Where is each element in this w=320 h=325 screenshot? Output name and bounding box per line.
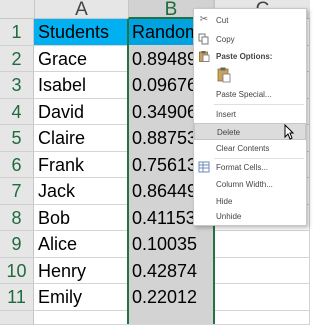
cell-a12[interactable]: [34, 310, 128, 325]
cell-a4[interactable]: David: [34, 98, 128, 125]
paste-clipboard-icon[interactable]: [217, 67, 231, 83]
menu-item-cut[interactable]: ✂ Cut: [194, 12, 306, 29]
menu-item-unhide[interactable]: Unhide: [194, 208, 306, 225]
cell-c12[interactable]: [214, 310, 310, 325]
cell-c10[interactable]: [214, 257, 310, 284]
cell-a7[interactable]: Jack: [34, 178, 128, 205]
cell-a11[interactable]: Emily: [34, 284, 128, 311]
menu-item-insert-label: Insert: [216, 110, 237, 119]
cell-a1[interactable]: Students: [34, 19, 128, 46]
menu-item-copy-label: Copy: [216, 35, 235, 44]
menu-item-clear-contents-label: Clear Contents: [216, 144, 270, 153]
cell-b12[interactable]: [128, 310, 214, 325]
menu-item-paste-special[interactable]: Paste Special...: [194, 86, 306, 103]
cell-a5[interactable]: Claire: [34, 125, 128, 152]
row-header-10[interactable]: 10: [0, 257, 34, 284]
cell-c9[interactable]: [214, 231, 310, 258]
row-header-2[interactable]: 2: [0, 45, 34, 72]
row-header-1[interactable]: 1: [0, 19, 34, 46]
paste-options-label: Paste Options:: [216, 52, 273, 61]
row-header-11[interactable]: 11: [0, 284, 34, 311]
cell-b11[interactable]: 0.22012: [128, 284, 214, 311]
menu-item-column-width-label: Column Width...: [216, 180, 273, 189]
menu-item-unhide-label: Unhide: [216, 212, 242, 221]
menu-item-clear-contents[interactable]: Clear Contents: [194, 140, 306, 157]
select-all-corner[interactable]: [0, 0, 34, 19]
menu-item-paste-special-label: Paste Special...: [216, 90, 272, 99]
menu-item-column-width[interactable]: Column Width...: [194, 176, 306, 193]
clipboard-icon: [198, 50, 210, 62]
cell-a10[interactable]: Henry: [34, 257, 128, 284]
format-cells-icon: [198, 161, 210, 173]
cell-a6[interactable]: Frank: [34, 151, 128, 178]
menu-separator: [214, 104, 304, 105]
row-header-9[interactable]: 9: [0, 231, 34, 258]
menu-item-hide-label: Hide: [216, 197, 233, 206]
cell-c11[interactable]: [214, 284, 310, 311]
paste-options-header: Paste Options:: [194, 48, 306, 65]
menu-item-copy[interactable]: Copy: [194, 31, 306, 48]
column-header-a[interactable]: A: [34, 0, 128, 19]
menu-item-format-cells[interactable]: Format Cells...: [194, 159, 306, 176]
row-header-8[interactable]: 8: [0, 204, 34, 231]
cell-a9[interactable]: Alice: [34, 231, 128, 258]
context-menu: ✂ Cut Copy Paste Options: Paste Special.…: [193, 8, 307, 226]
cell-a3[interactable]: Isabel: [34, 72, 128, 99]
row-header-7[interactable]: 7: [0, 178, 34, 205]
row-header-6[interactable]: 6: [0, 151, 34, 178]
copy-icon: [198, 33, 210, 45]
menu-item-format-cells-label: Format Cells...: [216, 163, 269, 172]
row-header-3[interactable]: 3: [0, 72, 34, 99]
mouse-cursor-icon: [284, 123, 295, 140]
row-header-4[interactable]: 4: [0, 98, 34, 125]
cell-a8[interactable]: Bob: [34, 204, 128, 231]
cell-b9[interactable]: 0.10035: [128, 231, 214, 258]
cell-b10[interactable]: 0.42874: [128, 257, 214, 284]
row-header-12[interactable]: [0, 310, 34, 325]
menu-item-delete-label: Delete: [217, 128, 241, 137]
scissors-icon: ✂: [199, 14, 209, 25]
menu-item-cut-label: Cut: [216, 16, 229, 25]
cell-a2[interactable]: Grace: [34, 45, 128, 72]
menu-item-insert[interactable]: Insert: [194, 106, 306, 123]
row-header-5[interactable]: 5: [0, 125, 34, 152]
